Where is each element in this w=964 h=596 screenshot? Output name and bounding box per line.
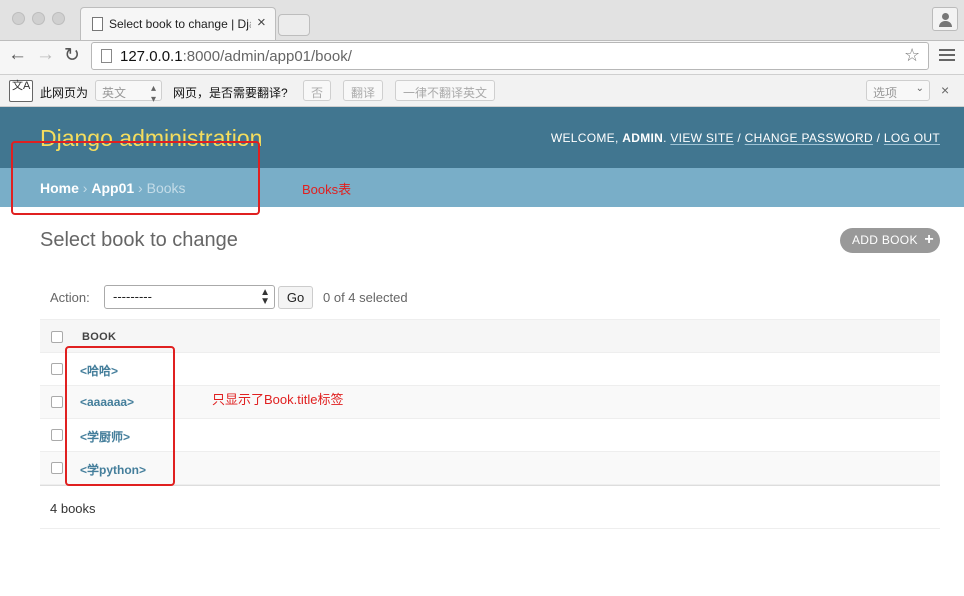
result-count: 4 books bbox=[50, 501, 96, 516]
translate-question: 网页，是否需要翻译? bbox=[173, 86, 288, 100]
table-row: <学厨师> bbox=[40, 419, 940, 452]
table-row: <aaaaaa> bbox=[40, 386, 940, 419]
change-password-link[interactable]: CHANGE PASSWORD bbox=[745, 131, 873, 145]
options-select[interactable]: 选项 ⌄ bbox=[866, 80, 930, 101]
page-icon bbox=[92, 17, 103, 31]
paginator: 4 books bbox=[40, 486, 940, 529]
add-book-button[interactable]: ADD BOOK + bbox=[840, 228, 940, 253]
new-tab-button[interactable] bbox=[278, 14, 310, 36]
updown-arrow-icon: ▲ ▼ bbox=[260, 287, 270, 307]
hamburger-menu-icon[interactable] bbox=[939, 49, 955, 63]
profile-button[interactable] bbox=[932, 7, 958, 31]
plus-icon: + bbox=[924, 231, 934, 248]
annotation-breadcrumb-note: Books表 bbox=[302, 182, 352, 197]
row-checkbox[interactable] bbox=[51, 363, 63, 375]
row-checkbox[interactable] bbox=[51, 429, 63, 441]
go-button[interactable]: Go bbox=[278, 286, 313, 309]
annotation-box-branding bbox=[11, 141, 260, 215]
annotation-rows-note: 只显示了Book.title标签 bbox=[212, 392, 344, 407]
table-header: BOOK bbox=[40, 319, 940, 353]
row-checkbox[interactable] bbox=[51, 462, 63, 474]
bookmark-star-icon[interactable]: ☆ bbox=[904, 45, 920, 66]
page-icon bbox=[101, 49, 112, 63]
tab-active[interactable]: Select book to change | Dja × bbox=[80, 7, 276, 40]
back-arrow-icon[interactable]: ← bbox=[8, 44, 27, 66]
person-icon bbox=[942, 13, 949, 20]
close-window-button[interactable] bbox=[12, 12, 25, 25]
row-checkbox[interactable] bbox=[51, 396, 63, 408]
action-select[interactable]: --------- ▲ ▼ bbox=[104, 285, 275, 309]
username: ADMIN bbox=[622, 131, 664, 145]
page-title: Select book to change bbox=[40, 229, 238, 251]
updown-arrow-icon: ▴ ▾ bbox=[150, 83, 156, 105]
user-tools: WELCOME, ADMIN. VIEW SITE / CHANGE PASSW… bbox=[550, 131, 940, 145]
log-out-link[interactable]: LOG OUT bbox=[884, 131, 940, 145]
no-translate-button[interactable]: 否 bbox=[303, 80, 332, 101]
translate-button[interactable]: 翻译 bbox=[343, 80, 384, 101]
translate-bar: 文A 此网页为 英文 ▴ ▾ 网页，是否需要翻译? 否 翻译 一律不翻译英文 选项 ⌄… bbox=[0, 74, 964, 107]
translate-icon: 文A bbox=[9, 80, 33, 102]
tab-title: Select book to change | Dja bbox=[109, 17, 251, 31]
select-all-checkbox[interactable] bbox=[51, 331, 63, 343]
column-header-book[interactable]: BOOK bbox=[82, 331, 116, 343]
selection-count: 0 of 4 selected bbox=[323, 290, 408, 305]
never-translate-button[interactable]: 一律不翻译英文 bbox=[395, 80, 496, 101]
zoom-window-button[interactable] bbox=[52, 12, 65, 25]
table-row: <哈哈> bbox=[40, 353, 940, 386]
chevron-down-icon: ⌄ bbox=[915, 83, 924, 94]
minimize-window-button[interactable] bbox=[32, 12, 45, 25]
browser-window: Select book to change | Dja × ← → ↻ 127.… bbox=[0, 0, 964, 596]
tab-close-icon[interactable]: × bbox=[257, 14, 266, 31]
close-icon[interactable]: × bbox=[941, 82, 949, 98]
welcome-text: WELCOME, bbox=[550, 131, 619, 145]
actions-bar: Action: --------- ▲ ▼ Go 0 of 4 selected bbox=[40, 279, 940, 319]
annotation-box-rows bbox=[65, 346, 175, 486]
url-text[interactable]: 127.0.0.1:8000/admin/app01/book/ bbox=[120, 48, 352, 65]
table-row: <学python> bbox=[40, 452, 940, 485]
action-label: Action: bbox=[50, 290, 90, 305]
tab-bar: Select book to change | Dja × bbox=[0, 0, 964, 40]
reload-icon[interactable]: ↻ bbox=[64, 44, 80, 67]
address-bar[interactable]: 127.0.0.1:8000/admin/app01/book/ ☆ bbox=[91, 42, 929, 70]
browser-toolbar: ← → ↻ 127.0.0.1:8000/admin/app01/book/ ☆ bbox=[0, 40, 964, 74]
forward-arrow-icon[interactable]: → bbox=[36, 44, 55, 66]
view-site-link[interactable]: VIEW SITE bbox=[670, 131, 733, 145]
translate-prefix: 此网页为 bbox=[40, 86, 89, 100]
language-select[interactable]: 英文 ▴ ▾ bbox=[95, 80, 162, 105]
